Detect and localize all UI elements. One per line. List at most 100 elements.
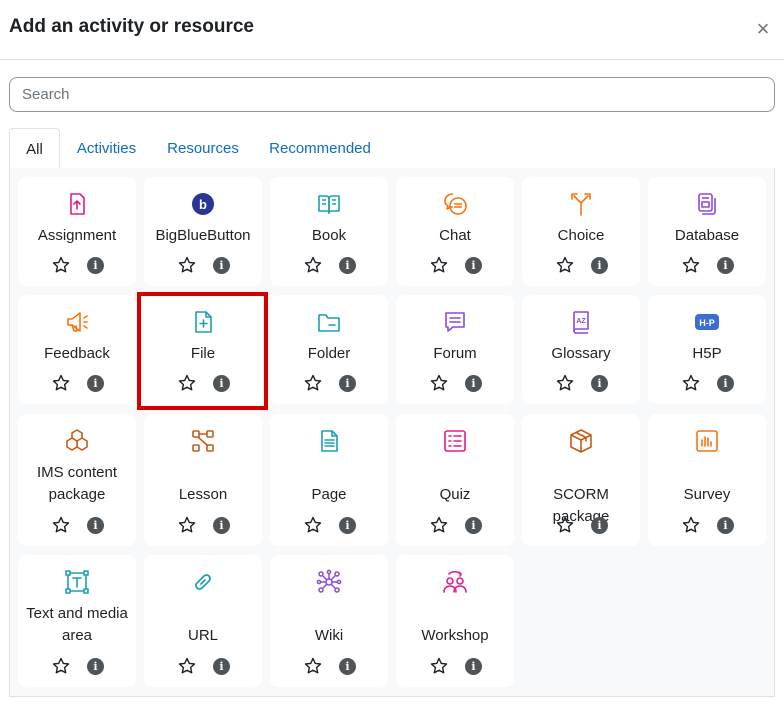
star-icon[interactable] xyxy=(52,256,70,274)
info-icon[interactable]: i xyxy=(339,658,356,675)
module-name: Database xyxy=(674,227,740,244)
star-icon[interactable] xyxy=(304,374,322,392)
module-card-lesson[interactable]: Lesson i xyxy=(144,414,262,546)
module-card-chat[interactable]: Chat i xyxy=(396,177,514,286)
tab-recommended[interactable]: Recommended xyxy=(262,128,378,169)
module-name: Lesson xyxy=(178,486,228,503)
module-card-forum[interactable]: Forum i xyxy=(396,295,514,404)
module-name: File xyxy=(190,345,216,362)
module-name: Glossary xyxy=(551,345,611,362)
info-icon[interactable]: i xyxy=(213,517,230,534)
book-icon xyxy=(316,191,342,217)
module-name: H5P xyxy=(692,345,722,362)
star-icon[interactable] xyxy=(430,256,448,274)
search-input[interactable] xyxy=(9,77,775,112)
star-icon[interactable] xyxy=(682,516,700,534)
module-name: Quiz xyxy=(439,486,471,503)
svg-text:H-P: H-P xyxy=(699,318,715,328)
close-icon[interactable]: × xyxy=(752,18,774,40)
url-icon xyxy=(190,569,216,595)
info-icon[interactable]: i xyxy=(87,375,104,392)
page-icon xyxy=(316,428,342,454)
star-icon[interactable] xyxy=(430,516,448,534)
star-icon[interactable] xyxy=(682,374,700,392)
star-icon[interactable] xyxy=(304,516,322,534)
modal-title: Add an activity or resource xyxy=(9,16,254,37)
module-card-workshop[interactable]: Workshop i xyxy=(396,555,514,687)
star-icon[interactable] xyxy=(556,256,574,274)
info-icon[interactable]: i xyxy=(591,375,608,392)
modal-header: Add an activity or resource × xyxy=(0,0,784,60)
chat-icon xyxy=(442,191,468,217)
scorm-icon xyxy=(568,428,594,454)
glossary-icon: AZ xyxy=(568,309,594,335)
module-card-folder[interactable]: Folder i xyxy=(270,295,388,404)
svg-text:AZ: AZ xyxy=(576,318,586,325)
module-name: Text and media area xyxy=(26,605,128,644)
bigbluebutton-icon: b xyxy=(190,191,216,217)
svg-text:b: b xyxy=(199,197,207,212)
star-icon[interactable] xyxy=(178,657,196,675)
info-icon[interactable]: i xyxy=(213,257,230,274)
star-icon[interactable] xyxy=(178,374,196,392)
wiki-icon xyxy=(316,569,342,595)
module-card-wiki[interactable]: Wiki i xyxy=(270,555,388,687)
module-card-feedback[interactable]: Feedback i xyxy=(18,295,136,404)
module-card-survey[interactable]: Survey i xyxy=(648,414,766,546)
star-icon[interactable] xyxy=(304,256,322,274)
module-card-choice[interactable]: Choice i xyxy=(522,177,640,286)
module-card-database[interactable]: Database i xyxy=(648,177,766,286)
info-icon[interactable]: i xyxy=(339,375,356,392)
tab-activities[interactable]: Activities xyxy=(68,128,145,169)
lesson-icon xyxy=(190,428,216,454)
module-card-quiz[interactable]: Quiz i xyxy=(396,414,514,546)
info-icon[interactable]: i xyxy=(591,257,608,274)
star-icon[interactable] xyxy=(556,516,574,534)
info-icon[interactable]: i xyxy=(717,517,734,534)
tab-all[interactable]: All xyxy=(9,128,60,169)
module-name: Survey xyxy=(683,486,731,503)
star-icon[interactable] xyxy=(682,256,700,274)
info-icon[interactable]: i xyxy=(87,658,104,675)
star-icon[interactable] xyxy=(556,374,574,392)
star-icon[interactable] xyxy=(178,516,196,534)
module-card-page[interactable]: Page i xyxy=(270,414,388,546)
module-name: SCORM package xyxy=(552,486,610,525)
info-icon[interactable]: i xyxy=(465,375,482,392)
star-icon[interactable] xyxy=(430,374,448,392)
module-card-text-media[interactable]: Text and media area i xyxy=(18,555,136,687)
star-icon[interactable] xyxy=(304,657,322,675)
info-icon[interactable]: i xyxy=(339,517,356,534)
folder-icon xyxy=(316,309,342,335)
info-icon[interactable]: i xyxy=(213,375,230,392)
module-card-h5p[interactable]: H-P H5P i xyxy=(648,295,766,404)
feedback-icon xyxy=(64,309,90,335)
module-card-file[interactable]: File i xyxy=(144,295,262,404)
info-icon[interactable]: i xyxy=(465,517,482,534)
survey-icon xyxy=(694,428,720,454)
module-card-book[interactable]: Book i xyxy=(270,177,388,286)
star-icon[interactable] xyxy=(52,657,70,675)
star-icon[interactable] xyxy=(52,374,70,392)
module-card-bigbluebutton[interactable]: b BigBlueButton i xyxy=(144,177,262,286)
info-icon[interactable]: i xyxy=(717,257,734,274)
info-icon[interactable]: i xyxy=(717,375,734,392)
module-card-assignment[interactable]: Assignment i xyxy=(18,177,136,286)
info-icon[interactable]: i xyxy=(87,517,104,534)
info-icon[interactable]: i xyxy=(591,517,608,534)
info-icon[interactable]: i xyxy=(213,658,230,675)
star-icon[interactable] xyxy=(178,256,196,274)
info-icon[interactable]: i xyxy=(465,658,482,675)
info-icon[interactable]: i xyxy=(339,257,356,274)
star-icon[interactable] xyxy=(430,657,448,675)
info-icon[interactable]: i xyxy=(465,257,482,274)
star-icon[interactable] xyxy=(52,516,70,534)
module-card-url[interactable]: URL i xyxy=(144,555,262,687)
info-icon[interactable]: i xyxy=(87,257,104,274)
assignment-icon xyxy=(64,191,90,217)
module-name: Forum xyxy=(433,345,477,362)
module-card-scorm[interactable]: SCORM package i xyxy=(522,414,640,546)
module-card-glossary[interactable]: AZ Glossary i xyxy=(522,295,640,404)
tab-resources[interactable]: Resources xyxy=(161,128,245,169)
module-card-ims-package[interactable]: IMS content package i xyxy=(18,414,136,546)
